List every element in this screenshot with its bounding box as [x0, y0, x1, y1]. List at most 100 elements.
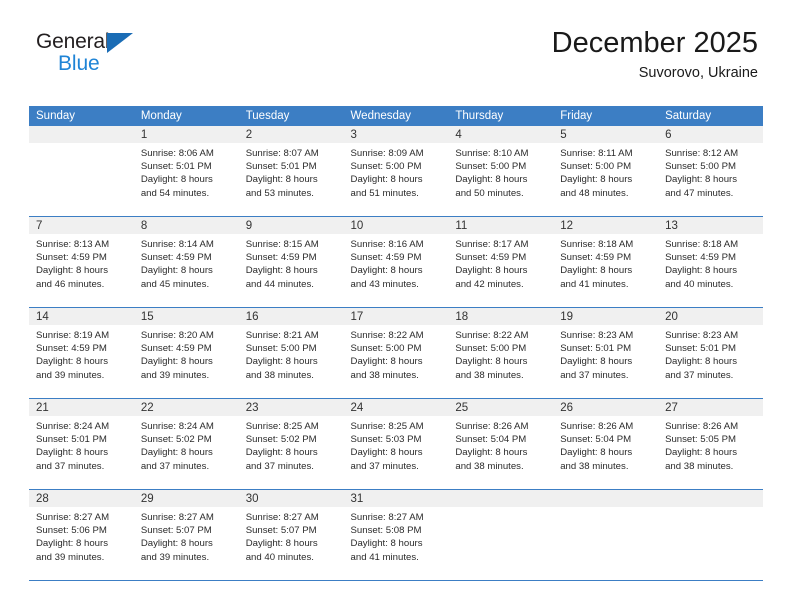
sunrise-text: Sunrise: 8:12 AM	[665, 148, 739, 159]
day-details: Sunrise: 8:13 AM Sunset: 4:59 PM Dayligh…	[29, 234, 134, 291]
sunrise-text: Sunrise: 8:19 AM	[36, 330, 110, 341]
daylight-text-line1: Daylight: 8 hours	[350, 265, 423, 277]
day-number: 21	[29, 399, 134, 416]
page-title: December 2025	[551, 27, 758, 59]
sunrise-text: Sunrise: 8:26 AM	[455, 421, 529, 432]
daylight-text-line1: Daylight: 8 hours	[245, 356, 318, 368]
sunrise-text: Sunrise: 8:25 AM	[350, 421, 424, 432]
day-number: 16	[238, 308, 344, 325]
calendar-day-cell[interactable]: 8 Sunrise: 8:14 AM Sunset: 4:59 PM Dayli…	[133, 216, 239, 308]
calendar-week-row: 21 Sunrise: 8:24 AM Sunset: 5:01 PM Dayl…	[29, 398, 763, 490]
calendar-day-cell[interactable]: 18 Sunrise: 8:22 AM Sunset: 5:00 PM Dayl…	[448, 307, 554, 399]
sunrise-text: Sunrise: 8:20 AM	[140, 330, 214, 341]
calendar-day-cell[interactable]: 4 Sunrise: 8:10 AM Sunset: 5:00 PM Dayli…	[448, 126, 554, 217]
sunrise-text: Sunrise: 8:27 AM	[245, 512, 319, 523]
calendar-day-cell[interactable]: 14 Sunrise: 8:19 AM Sunset: 4:59 PM Dayl…	[29, 307, 134, 399]
day-details: Sunrise: 8:24 AM Sunset: 5:02 PM Dayligh…	[134, 416, 239, 473]
sunrise-text: Sunrise: 8:07 AM	[245, 148, 319, 159]
calendar-day-cell[interactable]: 28 Sunrise: 8:27 AM Sunset: 5:06 PM Dayl…	[29, 489, 134, 581]
sunrise-text: Sunrise: 8:13 AM	[36, 239, 110, 250]
calendar-day-cell[interactable]: 20 Sunrise: 8:23 AM Sunset: 5:01 PM Dayl…	[658, 307, 763, 399]
calendar-day-cell[interactable]: 10 Sunrise: 8:16 AM Sunset: 4:59 PM Dayl…	[343, 216, 449, 308]
daylight-text-line2: and 39 minutes.	[36, 369, 105, 381]
calendar-day-cell[interactable]: 7 Sunrise: 8:13 AM Sunset: 4:59 PM Dayli…	[29, 216, 134, 308]
day-details: Sunrise: 8:27 AM Sunset: 5:07 PM Dayligh…	[134, 507, 239, 564]
generalblue-logo: General Blue	[36, 31, 134, 75]
calendar-day-cell[interactable]: 26 Sunrise: 8:26 AM Sunset: 5:04 PM Dayl…	[553, 398, 659, 490]
daylight-text-line2: and 50 minutes.	[455, 187, 524, 199]
day-number: 1	[133, 126, 239, 143]
daylight-text-line1: Daylight: 8 hours	[455, 174, 528, 186]
logo-text-general-row: General	[36, 31, 134, 54]
day-number	[448, 490, 554, 507]
calendar-day-cell[interactable]: 17 Sunrise: 8:22 AM Sunset: 5:00 PM Dayl…	[343, 307, 449, 399]
daylight-text-line1: Daylight: 8 hours	[140, 447, 213, 459]
calendar-day-cell[interactable]: 13 Sunrise: 8:18 AM Sunset: 4:59 PM Dayl…	[658, 216, 763, 308]
day-number: 18	[448, 308, 554, 325]
sunrise-text: Sunrise: 8:27 AM	[350, 512, 424, 523]
sunset-text: Sunset: 4:59 PM	[36, 252, 107, 264]
calendar-day-cell[interactable]: 3 Sunrise: 8:09 AM Sunset: 5:00 PM Dayli…	[343, 126, 449, 217]
daylight-text-line1: Daylight: 8 hours	[350, 538, 423, 550]
calendar-day-cell[interactable]: 15 Sunrise: 8:20 AM Sunset: 4:59 PM Dayl…	[133, 307, 239, 399]
sunset-text: Sunset: 5:00 PM	[560, 161, 632, 173]
calendar-day-cell[interactable]: 2 Sunrise: 8:07 AM Sunset: 5:01 PM Dayli…	[238, 126, 344, 217]
sunset-text: Sunset: 5:01 PM	[665, 343, 736, 355]
sunset-text: Sunset: 4:59 PM	[245, 252, 317, 264]
calendar-day-cell[interactable]: 6 Sunrise: 8:12 AM Sunset: 5:00 PM Dayli…	[658, 126, 763, 217]
day-details: Sunrise: 8:17 AM Sunset: 4:59 PM Dayligh…	[448, 234, 553, 291]
calendar-day-cell[interactable]: 19 Sunrise: 8:23 AM Sunset: 5:01 PM Dayl…	[553, 307, 659, 399]
calendar-header-row: Sunday Monday Tuesday Wednesday Thursday…	[29, 106, 763, 126]
daylight-text-line1: Daylight: 8 hours	[140, 356, 213, 368]
calendar-day-cell[interactable]: 25 Sunrise: 8:26 AM Sunset: 5:04 PM Dayl…	[448, 398, 554, 490]
daylight-text-line1: Daylight: 8 hours	[245, 447, 318, 459]
day-details: Sunrise: 8:18 AM Sunset: 4:59 PM Dayligh…	[553, 234, 658, 291]
calendar-day-cell[interactable]: 31 Sunrise: 8:27 AM Sunset: 5:08 PM Dayl…	[343, 489, 449, 581]
calendar-week-row: 28 Sunrise: 8:27 AM Sunset: 5:06 PM Dayl…	[29, 489, 763, 581]
daylight-text-line2: and 38 minutes.	[665, 460, 734, 472]
daylight-text-line2: and 53 minutes.	[245, 187, 314, 199]
calendar-day-cell[interactable]: 9 Sunrise: 8:15 AM Sunset: 4:59 PM Dayli…	[238, 216, 344, 308]
day-details: Sunrise: 8:27 AM Sunset: 5:06 PM Dayligh…	[29, 507, 134, 564]
calendar-day-cell[interactable]: 27 Sunrise: 8:26 AM Sunset: 5:05 PM Dayl…	[658, 398, 763, 490]
day-number: 15	[133, 308, 239, 325]
day-number: 9	[238, 217, 344, 234]
calendar-day-cell[interactable]: 12 Sunrise: 8:18 AM Sunset: 4:59 PM Dayl…	[553, 216, 659, 308]
calendar-day-cell[interactable]: 11 Sunrise: 8:17 AM Sunset: 4:59 PM Dayl…	[448, 216, 554, 308]
calendar-day-cell[interactable]: 30 Sunrise: 8:27 AM Sunset: 5:07 PM Dayl…	[238, 489, 344, 581]
sunset-text: Sunset: 5:04 PM	[455, 434, 527, 446]
logo-text-blue: Blue	[58, 52, 100, 75]
calendar-day-cell[interactable]: 1 Sunrise: 8:06 AM Sunset: 5:01 PM Dayli…	[133, 126, 239, 217]
daylight-text-line1: Daylight: 8 hours	[350, 356, 423, 368]
sunset-text: Sunset: 5:03 PM	[350, 434, 422, 446]
day-details: Sunrise: 8:26 AM Sunset: 5:04 PM Dayligh…	[448, 416, 553, 473]
sunset-text: Sunset: 5:00 PM	[455, 343, 527, 355]
calendar-day-cell[interactable]: 24 Sunrise: 8:25 AM Sunset: 5:03 PM Dayl…	[343, 398, 449, 490]
sunrise-text: Sunrise: 8:26 AM	[665, 421, 739, 432]
logo-triangle-icon	[107, 33, 134, 53]
day-details: Sunrise: 8:20 AM Sunset: 4:59 PM Dayligh…	[134, 325, 239, 382]
calendar-day-cell[interactable]: 5 Sunrise: 8:11 AM Sunset: 5:00 PM Dayli…	[553, 126, 659, 217]
calendar-day-cell[interactable]: 21 Sunrise: 8:24 AM Sunset: 5:01 PM Dayl…	[29, 398, 134, 490]
day-details: Sunrise: 8:10 AM Sunset: 5:00 PM Dayligh…	[448, 143, 553, 200]
sunrise-text: Sunrise: 8:26 AM	[560, 421, 634, 432]
weekday-header-wednesday: Wednesday	[343, 106, 449, 126]
calendar-day-cell[interactable]	[29, 126, 134, 217]
calendar-day-cell[interactable]: 22 Sunrise: 8:24 AM Sunset: 5:02 PM Dayl…	[133, 398, 239, 490]
calendar-table: Sunday Monday Tuesday Wednesday Thursday…	[29, 106, 763, 581]
sunset-text: Sunset: 5:01 PM	[36, 434, 107, 446]
day-number: 23	[238, 399, 344, 416]
day-details: Sunrise: 8:24 AM Sunset: 5:01 PM Dayligh…	[29, 416, 134, 473]
day-number: 26	[553, 399, 659, 416]
sunset-text: Sunset: 5:07 PM	[245, 525, 317, 537]
calendar-day-cell[interactable]: 29 Sunrise: 8:27 AM Sunset: 5:07 PM Dayl…	[133, 489, 239, 581]
calendar-day-cell[interactable]: 23 Sunrise: 8:25 AM Sunset: 5:02 PM Dayl…	[238, 398, 344, 490]
day-details: Sunrise: 8:09 AM Sunset: 5:00 PM Dayligh…	[344, 143, 449, 200]
calendar-day-cell[interactable]: 16 Sunrise: 8:21 AM Sunset: 5:00 PM Dayl…	[238, 307, 344, 399]
daylight-text-line2: and 45 minutes.	[140, 278, 210, 290]
sunrise-text: Sunrise: 8:15 AM	[245, 239, 319, 250]
daylight-text-line2: and 37 minutes.	[560, 369, 629, 381]
day-number: 14	[29, 308, 134, 325]
daylight-text-line2: and 51 minutes.	[350, 187, 419, 199]
daylight-text-line1: Daylight: 8 hours	[455, 356, 528, 368]
